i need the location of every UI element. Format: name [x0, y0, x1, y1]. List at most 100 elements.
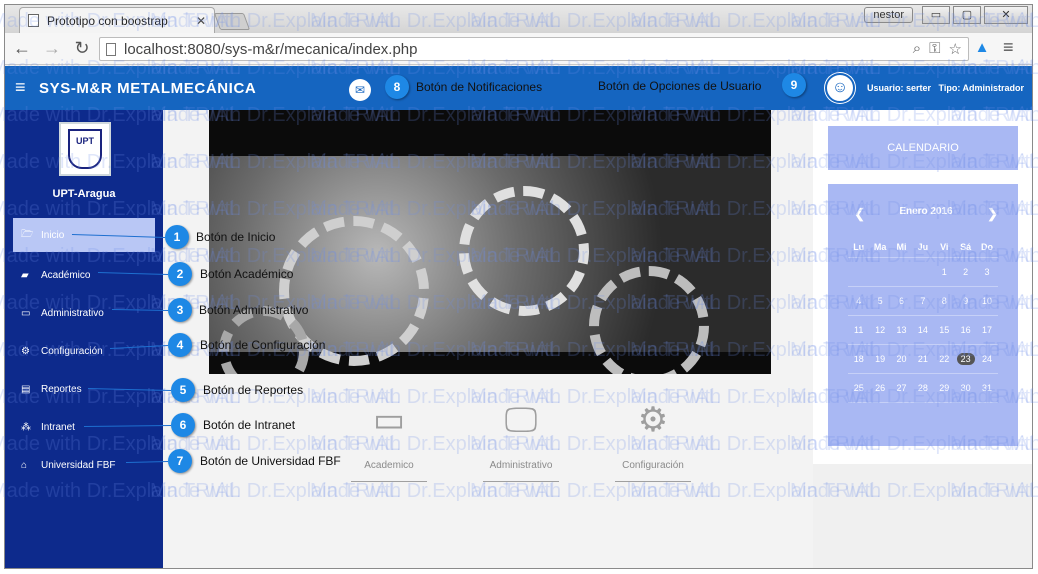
- calendar-day[interactable]: 20: [891, 354, 912, 364]
- calendar-day-number: 12: [875, 325, 886, 335]
- callout-label-8: Botón de Notificaciones: [416, 80, 543, 94]
- gear-shape: [459, 186, 589, 316]
- key-icon[interactable]: ⚿: [929, 40, 940, 58]
- sidebar-item-label: Reportes: [41, 383, 82, 395]
- forward-icon[interactable]: →: [39, 38, 65, 59]
- zoom-icon[interactable]: ⌕: [913, 40, 921, 58]
- cogs-icon: ⚙: [21, 345, 30, 357]
- callout-label-1: Botón de Inicio: [196, 230, 276, 244]
- sidebar-item-label: Configuración: [41, 345, 103, 357]
- weekday-label: Ju: [917, 241, 929, 252]
- sidebar-item-cogs[interactable]: ⚙ Configuración: [13, 332, 155, 370]
- new-tab-button[interactable]: [213, 13, 251, 30]
- sidebar-item-monitor[interactable]: ▭ Administrativo: [13, 294, 155, 332]
- window-controls: nestor ▭ ▢ ✕: [864, 6, 1028, 24]
- title-bar: Prototipo con boostrap ✕ nestor ▭ ▢ ✕: [5, 5, 1032, 33]
- calendar-day-number: 3: [984, 267, 990, 277]
- calendar-day[interactable]: 28: [912, 383, 933, 393]
- shortcut-label: Configuración: [615, 460, 691, 482]
- calendar-day[interactable]: 17: [976, 325, 997, 335]
- sidebar-item-label: Académico: [41, 269, 91, 281]
- university-logo: UPT: [59, 122, 111, 176]
- next-month-icon[interactable]: ❯: [987, 206, 998, 222]
- calendar-day[interactable]: 22: [934, 354, 955, 364]
- bank-icon: ⌂: [21, 459, 28, 471]
- calendar-day[interactable]: 29: [934, 383, 955, 393]
- calendar-day[interactable]: 26: [869, 383, 890, 393]
- calendar-day[interactable]: 11: [848, 325, 869, 335]
- calendar-day[interactable]: 30: [955, 383, 976, 393]
- sidebar-item-book[interactable]: ▰ Académico: [13, 256, 155, 294]
- calendar-day-number: 27: [896, 383, 907, 393]
- calendar-day[interactable]: 16: [955, 325, 976, 335]
- reload-icon[interactable]: ↻: [69, 38, 95, 59]
- calendar-widget: ❮ Enero 2016 ❯ Lu Ma Mi Ju Vi Sá Do 1 2 3 4 5 6 7 8 9 10…: [828, 184, 1018, 446]
- sidebar-item-label: Administrativo: [41, 307, 104, 319]
- calendar-day[interactable]: 9: [955, 296, 976, 306]
- bookmark-star-icon[interactable]: ☆: [949, 40, 962, 58]
- minimize-button[interactable]: ▭: [922, 6, 950, 24]
- calendar-day[interactable]: 14: [912, 325, 933, 335]
- calendar-day-number: 1: [941, 267, 947, 277]
- wallet-icon: ▭: [372, 401, 406, 439]
- calendar-day-number: 4: [856, 296, 862, 306]
- shortcut-gear[interactable]: ⚙ Configuración: [615, 400, 691, 482]
- calendar-day[interactable]: 1: [934, 267, 955, 277]
- calendar-day[interactable]: 5: [869, 296, 890, 306]
- profile-button[interactable]: nestor: [864, 7, 913, 23]
- calendar-day[interactable]: 18: [848, 354, 869, 364]
- callout-label-3: Botón Administrativo: [199, 303, 309, 317]
- calendar-day[interactable]: 4: [848, 296, 869, 306]
- callout-badge-4: 4: [168, 333, 192, 357]
- calendar-day-number: 8: [941, 296, 947, 306]
- weekday-label: Vi: [940, 241, 949, 252]
- calendar-day-number: 30: [960, 383, 971, 393]
- calendar-day[interactable]: 12: [869, 325, 890, 335]
- calendar-day[interactable]: 3: [976, 267, 997, 277]
- calendar-day-number: 2: [963, 267, 969, 277]
- calendar-day[interactable]: 7: [912, 296, 933, 306]
- calendar-day[interactable]: 24: [976, 354, 997, 364]
- user-options-button[interactable]: ☺: [825, 73, 855, 103]
- calendar-day[interactable]: 27: [891, 383, 912, 393]
- shortcut-wallet[interactable]: ▭ Academico: [351, 400, 427, 482]
- calendar-day[interactable]: 6: [891, 296, 912, 306]
- calendar-day-number: 5: [877, 296, 883, 306]
- hamburger-menu-icon[interactable]: ≡: [15, 77, 26, 98]
- page-icon: [106, 42, 116, 56]
- calendar-day-number: 10: [982, 296, 993, 306]
- browser-menu-icon[interactable]: ≡: [1003, 37, 1014, 58]
- calendar-day[interactable]: 2: [955, 267, 976, 277]
- calendar-day[interactable]: 8: [934, 296, 955, 306]
- notifications-button[interactable]: ✉: [349, 79, 371, 101]
- address-bar[interactable]: localhost:8080/sys-m&r/mecanica/index.ph…: [99, 37, 969, 61]
- calendar-today[interactable]: 23: [955, 353, 976, 365]
- calendar-day[interactable]: 10: [976, 296, 997, 306]
- calendar-day[interactable]: 15: [934, 325, 955, 335]
- tab-close-icon[interactable]: ✕: [196, 14, 206, 28]
- sidebar-item-bank[interactable]: ⌂ Universidad FBF: [13, 446, 155, 484]
- prev-month-icon[interactable]: ❮: [854, 206, 865, 222]
- sidebar-item-label: Universidad FBF: [41, 459, 116, 471]
- maximize-button[interactable]: ▢: [953, 6, 981, 24]
- browser-tab[interactable]: Prototipo con boostrap ✕: [19, 7, 215, 33]
- calendar-day[interactable]: 21: [912, 354, 933, 364]
- calendar-day[interactable]: 25: [848, 383, 869, 393]
- weekday-label: Ma: [873, 241, 887, 252]
- calendar-day-number: 28: [917, 383, 928, 393]
- shortcut-monitor[interactable]: 🖵 Administrativo: [483, 400, 559, 482]
- calendar-day[interactable]: 13: [891, 325, 912, 335]
- drive-extension-icon[interactable]: ▲: [973, 39, 991, 57]
- calendar-grid: Lu Ma Mi Ju Vi Sá Do 1 2 3 4 5 6 7 8 9 10 11 12 13 14 15 16 17 1…: [848, 236, 998, 403]
- close-window-button[interactable]: ✕: [984, 6, 1028, 24]
- weekday-label: Sá: [960, 241, 972, 252]
- calendar-day[interactable]: 19: [869, 354, 890, 364]
- sitemap-icon: ⁂: [21, 421, 31, 433]
- callout-badge-6: 6: [171, 413, 195, 437]
- calendar-day-number: 9: [963, 296, 969, 306]
- calendar-day[interactable]: 31: [976, 383, 997, 393]
- back-icon[interactable]: ←: [9, 38, 35, 59]
- calendar-day-number: 19: [875, 354, 886, 364]
- calendar-day-number: 25: [853, 383, 864, 393]
- callout-badge-9: 9: [782, 73, 806, 97]
